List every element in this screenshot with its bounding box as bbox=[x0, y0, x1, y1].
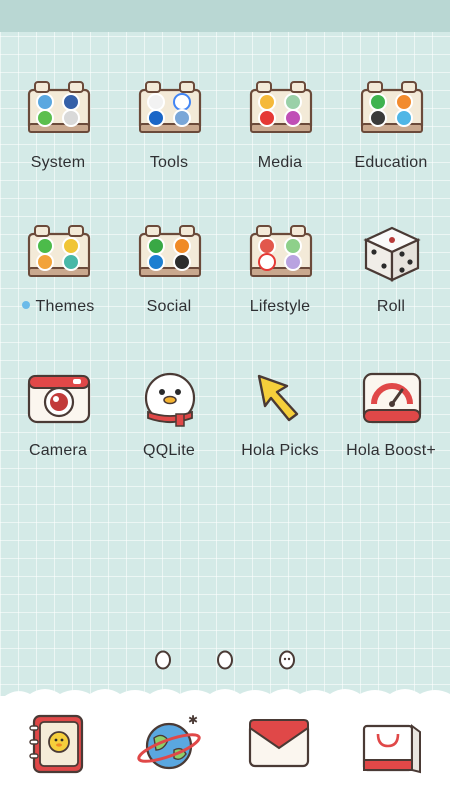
speedometer-icon bbox=[362, 372, 422, 424]
app-label: Education bbox=[354, 154, 428, 171]
penguin-icon bbox=[144, 372, 196, 427]
app-tools[interactable]: Tools bbox=[114, 72, 224, 182]
new-badge-dot bbox=[21, 301, 30, 309]
app-label: Roll bbox=[376, 298, 406, 315]
app-label: Social bbox=[146, 298, 192, 315]
app-label: Camera bbox=[28, 442, 88, 459]
app-label: System bbox=[30, 154, 86, 171]
dock-wave-edge bbox=[0, 689, 450, 700]
folder-icon bbox=[360, 80, 424, 134]
svg-text:✱: ✱ bbox=[188, 713, 198, 727]
app-label: Hola Boost+ bbox=[346, 442, 436, 459]
page-dot[interactable] bbox=[154, 648, 172, 670]
app-label: Hola Picks bbox=[241, 442, 319, 459]
cursor-arrow-icon bbox=[257, 374, 299, 422]
app-label: Themes bbox=[3, 298, 113, 316]
mail-envelope-icon[interactable] bbox=[244, 710, 314, 778]
folder-icon bbox=[249, 224, 313, 278]
contacts-book-icon[interactable] bbox=[22, 710, 92, 778]
app-row: Themes Social Lifestyle Roll bbox=[0, 216, 450, 326]
app-label: QQLite bbox=[143, 442, 195, 459]
app-media[interactable]: Media bbox=[225, 72, 335, 182]
app-label: Lifestyle bbox=[249, 298, 311, 315]
app-education[interactable]: Education bbox=[336, 72, 446, 182]
page-dot[interactable] bbox=[216, 648, 234, 670]
app-hola-picks[interactable]: Hola Picks bbox=[225, 360, 335, 470]
app-label: Media bbox=[257, 154, 303, 171]
folder-icon bbox=[27, 80, 91, 134]
app-system[interactable]: System bbox=[3, 72, 113, 182]
page-indicator bbox=[0, 648, 450, 678]
app-lifestyle[interactable]: Lifestyle bbox=[225, 216, 335, 326]
folder-icon bbox=[249, 80, 313, 134]
app-qqlite[interactable]: QQLite bbox=[114, 360, 224, 470]
app-camera[interactable]: Camera bbox=[3, 360, 113, 470]
app-social[interactable]: Social bbox=[114, 216, 224, 326]
app-themes[interactable]: Themes bbox=[3, 216, 113, 326]
app-label: Tools bbox=[149, 154, 189, 171]
shopping-bag-icon[interactable] bbox=[354, 710, 424, 778]
app-roll[interactable]: Roll bbox=[336, 216, 446, 326]
globe-browser-icon[interactable]: ✱ bbox=[134, 710, 204, 778]
app-row: Camera QQLite Hola Picks Hola Boost+ bbox=[0, 360, 450, 470]
folder-icon bbox=[27, 224, 91, 278]
app-label-text: Themes bbox=[35, 298, 95, 315]
status-bar bbox=[0, 0, 450, 32]
app-row: System Tools Media Education bbox=[0, 72, 450, 182]
page-dot-active[interactable] bbox=[278, 648, 296, 670]
folder-icon bbox=[138, 224, 202, 278]
app-hola-boost[interactable]: Hola Boost+ bbox=[336, 360, 446, 470]
folder-icon bbox=[138, 80, 202, 134]
camera-icon bbox=[27, 374, 91, 424]
dice-icon bbox=[363, 226, 421, 282]
dock: ✱ bbox=[0, 689, 450, 800]
